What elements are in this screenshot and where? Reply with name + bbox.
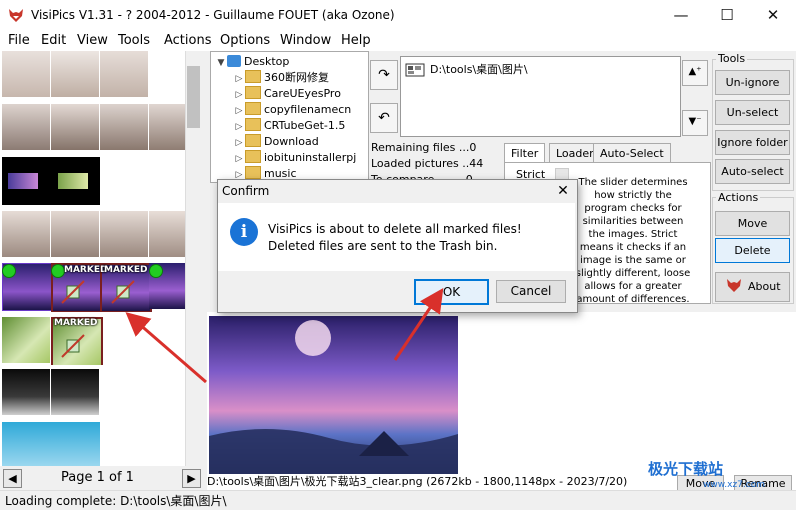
annotation-arrow — [125, 312, 207, 384]
annotation-arrow — [393, 288, 444, 361]
annotation-overlay — [125, 288, 444, 384]
